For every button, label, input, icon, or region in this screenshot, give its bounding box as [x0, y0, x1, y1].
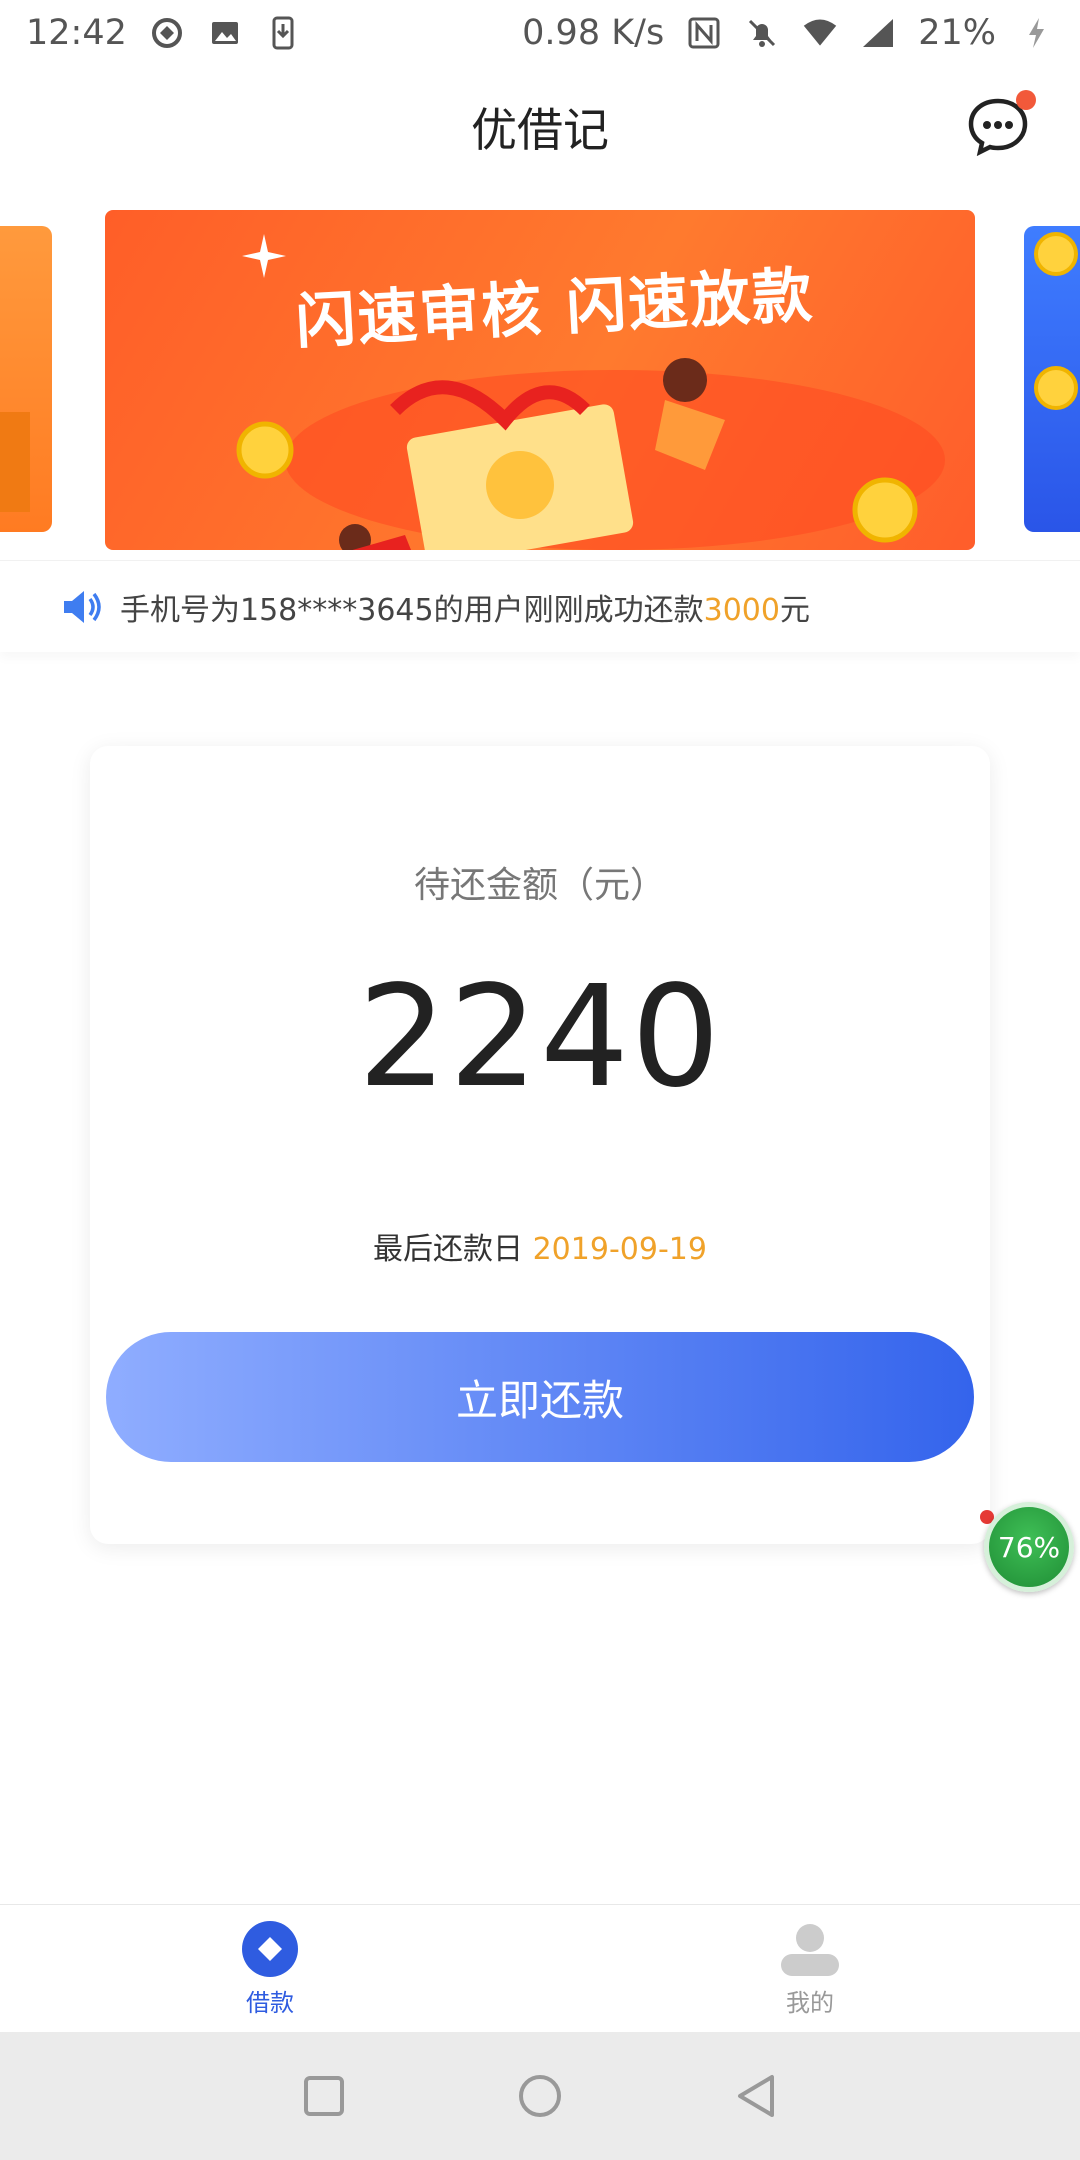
- due-date-row: 最后还款日 2019-09-19: [90, 1224, 990, 1268]
- banner-carousel[interactable]: 闪速审核 闪速放款: [0, 200, 1080, 560]
- nfc-icon: [686, 15, 722, 51]
- pending-amount-label: 待还金额（元）: [413, 865, 666, 906]
- notice-amount: 3000: [703, 592, 780, 628]
- app-header: 优借记: [0, 66, 1080, 188]
- notice-unit: 元: [779, 592, 810, 628]
- mute-icon: [744, 15, 780, 51]
- back-button[interactable]: [728, 2068, 784, 2124]
- pending-amount-value: 2240: [357, 956, 723, 1119]
- repay-card: 待还金额（元） 2240 最后还款日 2019-09-19 立即还款: [90, 746, 990, 1544]
- recents-button[interactable]: [296, 2068, 352, 2124]
- tab-loan-label: 借款: [246, 1989, 294, 2017]
- unread-dot: [1016, 90, 1036, 110]
- loan-icon: [240, 1919, 300, 1979]
- net-speed: 0.98 K/s: [522, 13, 665, 53]
- charging-icon: [1018, 15, 1054, 51]
- battery-level: 21%: [918, 13, 996, 53]
- wifi-icon: [802, 15, 838, 51]
- tab-mine-label: 我的: [786, 1989, 834, 2017]
- banner-prev[interactable]: [0, 226, 52, 532]
- back-triangle-icon: [738, 2075, 774, 2117]
- memory-boost-widget[interactable]: 76%: [984, 1502, 1074, 1592]
- speaker-icon: [64, 590, 101, 623]
- image-icon: [207, 15, 243, 51]
- repay-now-button[interactable]: 立即还款: [106, 1332, 974, 1462]
- status-bar: 12:42 0.98 K/s 21%: [0, 0, 1080, 66]
- circle-icon: [519, 2075, 561, 2117]
- notice-prefix: 手机号为158****3645的用户刚刚成功还款: [120, 592, 704, 628]
- status-time: 12:42: [26, 13, 127, 53]
- page-title: 优借记: [471, 103, 609, 157]
- banner-main[interactable]: 闪速审核 闪速放款: [105, 210, 975, 550]
- profile-icon: [780, 1919, 840, 1979]
- system-nav-bar: [0, 2032, 1080, 2160]
- message-button[interactable]: [966, 90, 1036, 157]
- notice-text: 手机号为158****3645的用户刚刚成功还款3000元: [120, 585, 810, 629]
- square-icon: [304, 2076, 344, 2116]
- vpn-icon: [149, 15, 185, 51]
- notice-bar: 手机号为158****3645的用户刚刚成功还款3000元: [0, 560, 1080, 652]
- due-date-label: 最后还款日: [373, 1232, 524, 1267]
- due-date-value: 2019-09-19: [532, 1232, 707, 1267]
- float-widget-value: 76%: [997, 1530, 1061, 1564]
- tab-mine[interactable]: 我的: [540, 1905, 1080, 2032]
- banner-illustration: [236, 358, 945, 550]
- download-icon: [265, 15, 301, 51]
- tab-loan[interactable]: 借款: [0, 1905, 540, 2032]
- banner-next[interactable]: [1024, 226, 1080, 532]
- sparkle-icon: [242, 234, 286, 278]
- home-button[interactable]: [512, 2068, 568, 2124]
- bottom-tab-bar: 借款 我的: [0, 1904, 1080, 2032]
- signal-icon: [860, 15, 896, 51]
